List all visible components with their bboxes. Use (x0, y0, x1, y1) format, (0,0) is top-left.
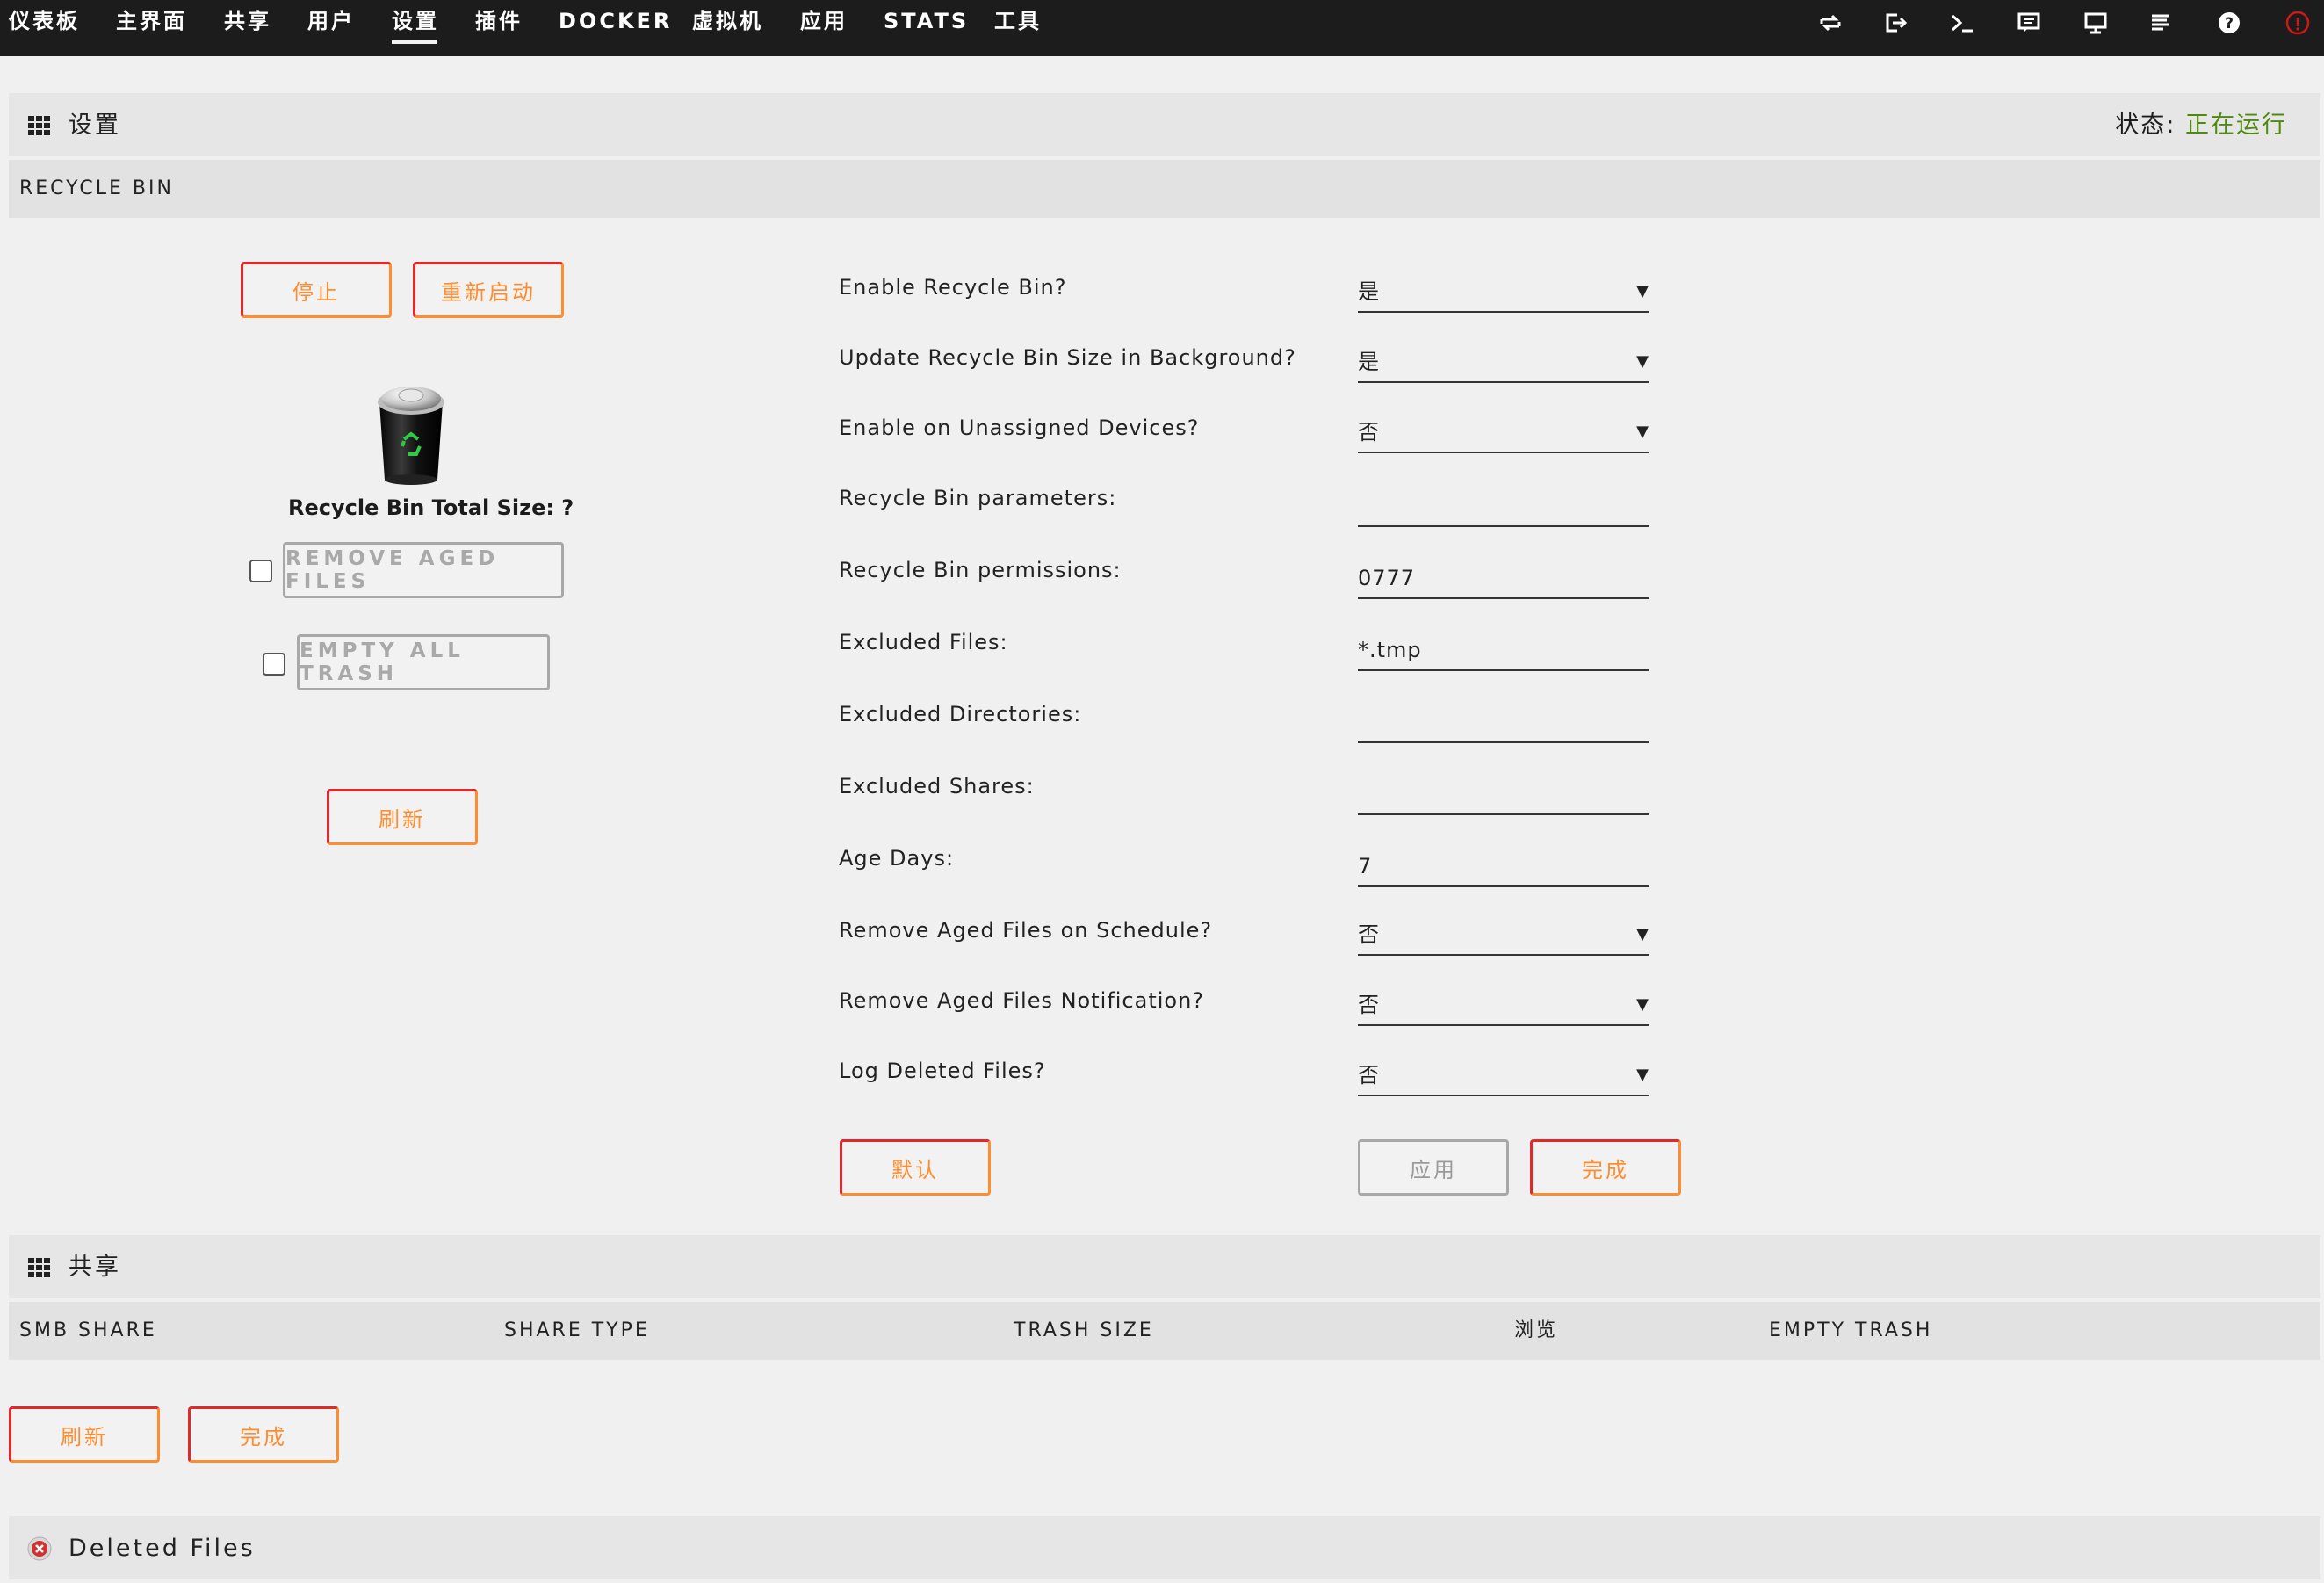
restart-button[interactable]: 重新启动 (413, 262, 564, 318)
field-label-log-deleted: Log Deleted Files? (839, 1059, 1046, 1083)
field-label-age-days: Age Days: (839, 846, 955, 871)
deleted-files-title: Deleted Files (69, 1535, 256, 1562)
status-indicator: 状态: 正在运行 (2115, 93, 2287, 158)
help-icon[interactable]: ? (2212, 5, 2247, 40)
nav-shares[interactable]: 共享 (224, 0, 271, 56)
info-icon[interactable] (2280, 5, 2315, 40)
enable-unassigned-value: 否 (1358, 420, 1380, 445)
stop-button[interactable]: 停止 (241, 262, 392, 318)
feedback-icon[interactable] (2011, 5, 2046, 40)
column-header-empty-trash[interactable]: EMPTY TRASH (1769, 1302, 1932, 1360)
update-size-background-value: 是 (1358, 350, 1380, 374)
field-label-enable-recycle-bin: Enable Recycle Bin? (839, 275, 1067, 300)
remove-aged-files-checkbox[interactable] (249, 560, 272, 582)
trash-can-icon (372, 376, 450, 488)
monitor-icon[interactable] (2078, 5, 2113, 40)
settings-title: 设置 (69, 112, 121, 139)
log-deleted-select[interactable]: 否 ▼ (1358, 1054, 1649, 1096)
recycle-bin-header-text: RECYCLE BIN (19, 177, 174, 199)
share-done-button[interactable]: 完成 (188, 1406, 339, 1463)
settings-title-bar: 设置 状态: 正在运行 (9, 93, 2320, 158)
column-header-browse[interactable]: 浏览 (1514, 1302, 1558, 1360)
share-refresh-button[interactable]: 刷新 (9, 1406, 160, 1463)
nav-settings[interactable]: 设置 (392, 0, 439, 56)
log-deleted-value: 否 (1358, 1063, 1380, 1088)
apply-button[interactable]: 应用 (1358, 1139, 1509, 1196)
field-label-excluded-shares: Excluded Shares: (839, 774, 1035, 799)
dropdown-arrow-icon: ▼ (1636, 352, 1649, 371)
share-title: 共享 (69, 1254, 121, 1281)
recycle-bin-header: RECYCLE BIN (9, 160, 2320, 218)
empty-all-trash-button[interactable]: EMPTY ALL TRASH (297, 634, 550, 690)
status-label: 状态: (2115, 112, 2176, 139)
nav-vms[interactable]: 虚拟机 (692, 0, 763, 56)
enable-recycle-bin-value: 是 (1358, 279, 1380, 304)
nav-tools[interactable]: 工具 (994, 0, 1042, 56)
enable-recycle-bin-select[interactable]: 是 ▼ (1358, 271, 1649, 313)
share-title-bar: 共享 (9, 1235, 2320, 1300)
dropdown-arrow-icon: ▼ (1636, 1066, 1649, 1084)
grid-icon (28, 116, 50, 135)
update-size-background-select[interactable]: 是 ▼ (1358, 341, 1649, 383)
column-header-smb-share[interactable]: SMB SHARE (19, 1302, 157, 1360)
field-label-enable-unassigned: Enable on Unassigned Devices? (839, 416, 1200, 440)
excluded-files-value: *.tmp (1358, 638, 1422, 662)
remove-aged-notification-select[interactable]: 否 ▼ (1358, 984, 1649, 1026)
excluded-shares-input[interactable] (1358, 773, 1649, 815)
refresh-button[interactable]: 刷新 (327, 789, 478, 845)
nav-apps[interactable]: 应用 (800, 0, 848, 56)
excluded-directories-input[interactable] (1358, 701, 1649, 743)
dropdown-arrow-icon: ▼ (1636, 995, 1649, 1014)
grid-icon (28, 1258, 50, 1277)
field-label-excluded-files: Excluded Files: (839, 630, 1008, 654)
deleted-files-icon (27, 1536, 52, 1561)
field-label-permissions: Recycle Bin permissions: (839, 558, 1122, 582)
column-header-trash-size[interactable]: TRASH SIZE (1014, 1302, 1154, 1360)
enable-unassigned-select[interactable]: 否 ▼ (1358, 411, 1649, 453)
terminal-icon[interactable] (1945, 5, 1980, 40)
recycle-bin-total-size: Recycle Bin Total Size: ? (288, 495, 574, 520)
dropdown-arrow-icon: ▼ (1636, 423, 1649, 441)
column-header-share-type[interactable]: SHARE TYPE (504, 1302, 650, 1360)
age-days-value: 7 (1358, 854, 1373, 878)
top-nav: 仪表板 主界面 共享 用户 设置 插件 DOCKER 虚拟机 应用 STATS … (0, 0, 2324, 56)
nav-docker[interactable]: DOCKER (559, 0, 672, 56)
age-days-input[interactable]: 7 (1358, 845, 1649, 887)
field-label-parameters: Recycle Bin parameters: (839, 486, 1117, 510)
nav-plugins[interactable]: 插件 (475, 0, 523, 56)
sync-icon[interactable] (1813, 5, 1848, 40)
remove-aged-files-button[interactable]: REMOVE AGED FILES (283, 542, 564, 598)
nav-main[interactable]: 主界面 (116, 0, 187, 56)
empty-all-trash-checkbox[interactable] (263, 653, 285, 676)
field-label-remove-aged-notification: Remove Aged Files Notification? (839, 988, 1205, 1013)
remove-aged-schedule-select[interactable]: 否 ▼ (1358, 914, 1649, 956)
nav-dashboard[interactable]: 仪表板 (9, 0, 80, 56)
field-label-excluded-directories: Excluded Directories: (839, 702, 1082, 726)
nav-stats[interactable]: STATS (884, 0, 969, 56)
permissions-value: 0777 (1358, 566, 1416, 590)
dropdown-arrow-icon: ▼ (1636, 282, 1649, 300)
permissions-input[interactable]: 0777 (1358, 557, 1649, 599)
nav-users[interactable]: 用户 (307, 0, 355, 56)
logout-icon[interactable] (1878, 5, 1913, 40)
parameters-input[interactable] (1358, 485, 1649, 527)
field-label-remove-aged-schedule: Remove Aged Files on Schedule? (839, 918, 1213, 943)
done-button[interactable]: 完成 (1530, 1139, 1681, 1196)
excluded-files-input[interactable]: *.tmp (1358, 629, 1649, 671)
share-table-header: SMB SHARE SHARE TYPE TRASH SIZE 浏览 EMPTY… (9, 1302, 2320, 1360)
deleted-files-title-bar: Deleted Files (9, 1516, 2320, 1581)
default-button[interactable]: 默认 (840, 1139, 991, 1196)
status-value: 正在运行 (2185, 112, 2287, 139)
dropdown-arrow-icon: ▼ (1636, 925, 1649, 943)
remove-aged-schedule-value: 否 (1358, 922, 1380, 947)
remove-aged-notification-value: 否 (1358, 993, 1380, 1017)
log-icon[interactable] (2143, 5, 2178, 40)
svg-text:?: ? (2225, 15, 2234, 33)
field-label-update-size-background: Update Recycle Bin Size in Background? (839, 345, 1296, 370)
